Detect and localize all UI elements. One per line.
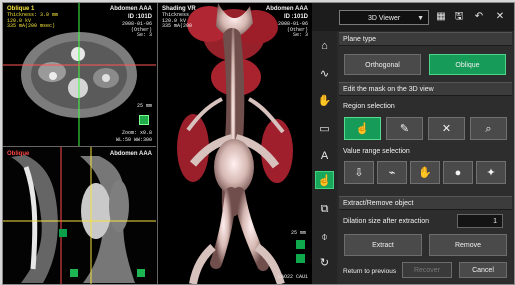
- study-metadata: 2008-01-06 (Other) Se: 3: [277, 21, 308, 38]
- return-to-previous-label: Return to previous: [343, 268, 397, 275]
- value-download-icon[interactable]: ⇩: [344, 161, 374, 184]
- region-brush-icon[interactable]: ✎: [386, 117, 423, 140]
- application-window: Oblique 1 Thickness: 3.0 mm 120.0 kV 335…: [2, 2, 515, 285]
- scale-label: 25 mm: [290, 230, 306, 236]
- axial-ct-viewport[interactable]: Oblique 1 Thickness: 3.0 mm 120.0 kV 335…: [3, 3, 156, 147]
- grid-icon[interactable]: ▦: [434, 10, 448, 24]
- edit-mask-header: Edit the mask on the 3D view: [339, 82, 512, 96]
- study-title: Abdomen AAA: [265, 6, 308, 12]
- viewer-tool-icon[interactable]: ⌂: [315, 36, 334, 54]
- scan-metadata: Thickness: 3.0 mm 120.0 kV 335 mA(200 ms…: [7, 12, 59, 29]
- sagittal-coronal-viewport[interactable]: Oblique Abdomen AAA: [3, 147, 156, 284]
- mask-tool-icon[interactable]: ☝: [315, 171, 334, 189]
- object-tool-icon[interactable]: ⌽: [315, 227, 334, 245]
- region-hand-icon[interactable]: ☝: [344, 117, 381, 140]
- annotation-tool-icon[interactable]: A: [315, 146, 334, 164]
- patient-id: ID :101D: [127, 14, 152, 20]
- value-star-icon[interactable]: ✦: [476, 161, 506, 184]
- chevron-down-icon: ▼: [417, 15, 424, 22]
- close-icon[interactable]: ✕: [493, 10, 507, 24]
- view-mode-label: 3D Viewer: [368, 15, 401, 22]
- region-inspect-icon[interactable]: ⌕: [470, 117, 507, 140]
- region-erase-icon[interactable]: ✕: [428, 117, 465, 140]
- value-curve-icon[interactable]: ⌁: [377, 161, 407, 184]
- hand-tool-icon[interactable]: ✋: [315, 91, 334, 109]
- window-level-label: WL:50 WW:300: [115, 137, 152, 143]
- dilation-size-label: Dilation size after extraction: [343, 218, 429, 225]
- scan-metadata: Thickness 120.0 kV 335 mA(200: [162, 12, 193, 29]
- study-title: Abdomen AAA: [109, 151, 152, 157]
- value-range-tools: ⇩ ⌁ ✋ ● ✦: [344, 161, 508, 185]
- sagittal-ct-image: [3, 147, 156, 284]
- plane-type-header: Plane type: [339, 32, 512, 46]
- value-sphere-icon[interactable]: ●: [443, 161, 473, 184]
- curve-tool-icon[interactable]: ∿: [315, 64, 334, 82]
- 3d-vascular-render: [177, 3, 305, 284]
- scale-label: 25 mm: [136, 103, 152, 109]
- rotate-tool-icon[interactable]: ↻: [315, 253, 334, 271]
- cancel-button[interactable]: Cancel: [459, 262, 507, 278]
- panel-toolbar: 3D Viewer ▼ ▦ 🖫 ↶ ✕: [312, 3, 514, 31]
- orientation-label: LAO22 CAU1: [277, 274, 308, 280]
- tool-sidebar: ⌂ ∿ ✋ ▭ A ☝ ⧉ ⌽ ↻: [312, 31, 337, 284]
- value-range-selection-label: Value range selection: [343, 148, 410, 155]
- orthogonal-button[interactable]: Orthogonal: [344, 54, 421, 75]
- recover-button[interactable]: Recover: [402, 262, 452, 278]
- dilation-size-input[interactable]: 1: [457, 214, 503, 228]
- undo-icon[interactable]: ↶: [472, 10, 486, 24]
- orientation-marker-icon[interactable]: [139, 115, 149, 125]
- patient-id: ID :101D: [283, 14, 308, 20]
- remove-button[interactable]: Remove: [429, 234, 507, 256]
- vr-3d-viewport[interactable]: Shading VR Thickness 120.0 kV 335 mA(200…: [157, 3, 313, 284]
- value-hand-icon[interactable]: ✋: [410, 161, 440, 184]
- view-mode-select[interactable]: 3D Viewer ▼: [339, 10, 429, 25]
- zoom-label: Zoom: x0.8: [121, 130, 152, 136]
- viewport-title: Oblique: [7, 151, 30, 157]
- study-metadata: 2008-01-06 (Other) Se: 3: [121, 21, 152, 38]
- extract-remove-header: Extract/Remove object: [339, 196, 512, 210]
- copy-tool-icon[interactable]: ⧉: [315, 199, 334, 217]
- tool-panel: 3D Viewer ▼ ▦ 🖫 ↶ ✕ ⌂ ∿ ✋ ▭ A ☝ ⧉ ⌽ ↻ Pl…: [312, 3, 514, 284]
- study-title: Abdomen AAA: [109, 6, 152, 12]
- extract-button[interactable]: Extract: [344, 234, 422, 256]
- region-selection-tools: ☝ ✎ ✕ ⌕: [344, 117, 508, 141]
- region-selection-label: Region selection: [343, 103, 395, 110]
- save-icon[interactable]: 🖫: [452, 10, 466, 24]
- oblique-button[interactable]: Oblique: [429, 54, 506, 75]
- shape-tool-icon[interactable]: ▭: [315, 119, 334, 137]
- panel-content: Plane type Orthogonal Oblique Edit the m…: [339, 32, 512, 282]
